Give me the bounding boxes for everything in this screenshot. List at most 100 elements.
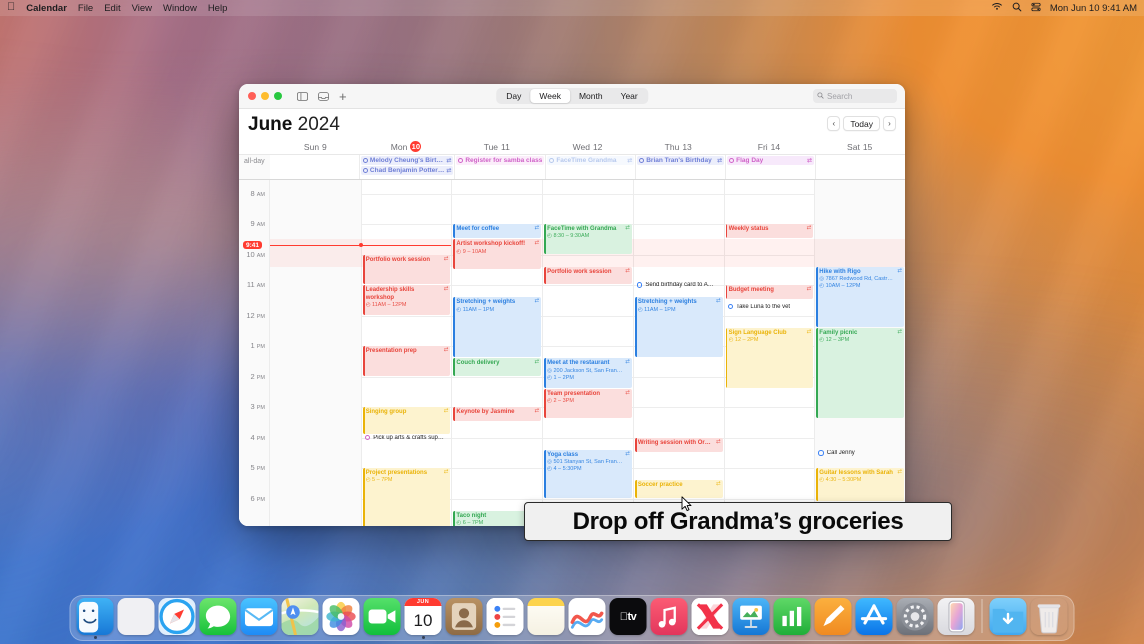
downloads-folder-icon[interactable] <box>989 598 1027 635</box>
calendar-event[interactable]: Soccer practice ⇄ <box>634 480 723 498</box>
reminder-checkbox[interactable] <box>818 450 824 456</box>
music-icon[interactable] <box>650 598 688 635</box>
calendar-event[interactable]: Meet at the restaurant ◎ 200 Jackson St, … <box>544 358 632 388</box>
freeform-icon[interactable] <box>568 598 606 635</box>
app-store-icon[interactable] <box>855 598 893 635</box>
calendar-event[interactable]: Stretching + weights ◴ 11AM – 1PM ⇄ <box>634 297 723 358</box>
view-month-tab[interactable]: Month <box>570 89 612 103</box>
finder-icon[interactable] <box>76 598 114 635</box>
all-day-column-5[interactable]: Flag Day ⇄ <box>725 155 815 179</box>
mail-icon[interactable] <box>240 598 278 635</box>
calendar-inbox-icon[interactable] <box>318 91 329 101</box>
traffic-lights[interactable] <box>248 92 282 100</box>
reminder-item[interactable]: Pick up arts & crafts sup… <box>363 435 451 441</box>
add-event-button[interactable]: + <box>339 90 347 103</box>
calendar-event[interactable]: Yoga class ◎ 501 Stanyan St, San Fran… ◴ 4… <box>544 449 632 498</box>
dock-item-facetime[interactable] <box>363 598 401 635</box>
all-day-event[interactable]: Register for samba class <box>456 156 545 165</box>
reminder-item[interactable]: Send birthday card to A… <box>635 282 723 288</box>
calendar-event[interactable]: Writing session with Or… ⇄ <box>634 437 723 452</box>
search-field[interactable]: Search <box>813 89 897 103</box>
zoom-button[interactable] <box>274 92 282 100</box>
news-icon[interactable] <box>691 598 729 635</box>
day-column-mon[interactable]: Portfolio work session ⇄ Leadership skills… <box>360 180 452 526</box>
close-button[interactable] <box>248 92 256 100</box>
pages-icon[interactable] <box>814 598 852 635</box>
sidebar-toggle-icon[interactable] <box>297 91 308 101</box>
safari-icon[interactable] <box>158 598 196 635</box>
all-day-column-4[interactable]: Brian Tran's Birthday ⇄ <box>635 155 725 179</box>
week-grid[interactable]: 8 AM 9 AM 10 AM 11 AM 12 PM 1 PM 2 PM 3 PM 4 PM 5… <box>239 180 905 526</box>
notes-icon[interactable] <box>527 598 565 635</box>
apple-menu-icon[interactable]:  <box>7 2 15 13</box>
day-header-sun[interactable]: Sun 9 <box>270 139 361 154</box>
calendar-event[interactable]: Artist workshop kickoff! ◴ 9 – 10AM ⇄ <box>453 239 542 269</box>
calendar-event[interactable]: Portfolio work session ⇄ <box>544 266 632 285</box>
day-header-wed[interactable]: Wed 12 <box>542 139 633 154</box>
calendar-event[interactable]: FaceTime with Grandma ◴ 8:30 – 9:30AM ⇄ <box>544 224 632 254</box>
all-day-column-6[interactable] <box>815 155 905 179</box>
dock-item-trash[interactable] <box>1031 598 1068 635</box>
maps-icon[interactable] <box>281 598 319 635</box>
calendar-event[interactable]: Hike with Rigo ◎ 7867 Redwood Rd, Castr… ◴… <box>816 266 904 327</box>
keynote-icon[interactable] <box>732 598 770 635</box>
dock-item-freeform[interactable] <box>568 598 606 635</box>
menubar-clock[interactable]: Mon Jun 10 9:41 AM <box>1050 3 1137 14</box>
dock-item-safari[interactable] <box>158 598 196 635</box>
calendar-event[interactable]: Budget meeting ⇄ <box>725 285 814 300</box>
view-week-tab[interactable]: Week <box>530 89 570 103</box>
menu-edit[interactable]: Edit <box>104 3 120 14</box>
wifi-icon[interactable] <box>991 2 1003 14</box>
view-segmented-control[interactable]: Day Week Month Year <box>496 88 648 104</box>
dock-item-photos[interactable] <box>322 598 360 635</box>
dock-item-notes[interactable] <box>527 598 565 635</box>
messages-icon[interactable] <box>199 598 237 635</box>
system-settings-icon[interactable] <box>896 598 934 635</box>
dock-item-mail[interactable] <box>240 598 278 635</box>
day-column-tue[interactable]: Meet for coffee ⇄ Artist workshop kickoff!… <box>451 180 542 526</box>
dock-item-numbers[interactable] <box>773 598 811 635</box>
dock-item-appletv[interactable]: tv <box>609 598 647 635</box>
numbers-icon[interactable] <box>773 598 811 635</box>
calendar-event[interactable]: Presentation prep ⇄ <box>362 346 451 376</box>
calendar-event[interactable]: Couch delivery ⇄ <box>453 358 542 376</box>
menu-help[interactable]: Help <box>208 3 228 14</box>
dock-item-launchpad[interactable] <box>117 598 155 635</box>
reminders-icon[interactable] <box>486 598 524 635</box>
calendar-event[interactable]: Family picnic ◴ 12 – 3PM ⇄ <box>816 327 904 419</box>
calendar-event[interactable]: Keynote by Jasmine ⇄ <box>453 407 542 422</box>
appletv-icon[interactable]: tv <box>609 598 647 635</box>
day-column-fri[interactable]: Weekly status ⇄ Budget meeting ⇄ Sign Langua… <box>723 180 815 526</box>
dock-item-finder[interactable] <box>76 598 114 639</box>
calendar-event[interactable]: Leadership skills workshop ◴ 11AM – 12PM ⇄ <box>362 285 451 315</box>
calendar-event[interactable]: Team presentation ◴ 2 – 3PM ⇄ <box>544 388 632 419</box>
launchpad-icon[interactable] <box>117 598 155 635</box>
all-day-column-2[interactable]: Register for samba class <box>454 155 545 179</box>
spotlight-search-icon[interactable] <box>1012 2 1022 15</box>
previous-week-button[interactable]: ‹ <box>827 116 841 131</box>
day-header-tue[interactable]: Tue 11 <box>451 139 542 154</box>
menu-view[interactable]: View <box>132 3 152 14</box>
calendar-event[interactable]: Sign Language Club ◴ 12 – 2PM ⇄ <box>725 327 814 388</box>
day-header-sat[interactable]: Sat 15 <box>814 139 905 154</box>
day-header-fri[interactable]: Fri 14 <box>724 139 815 154</box>
dock-item-messages[interactable] <box>199 598 237 635</box>
calendar-event[interactable]: Stretching + weights ◴ 11AM – 1PM ⇄ <box>453 297 542 358</box>
photos-icon[interactable] <box>322 598 360 635</box>
contacts-icon[interactable] <box>445 598 483 635</box>
all-day-column-3[interactable]: FaceTime Grandma ⇄ <box>545 155 635 179</box>
view-year-tab[interactable]: Year <box>612 89 647 103</box>
reminder-checkbox[interactable] <box>636 282 643 288</box>
dock-item-contacts[interactable] <box>445 598 483 635</box>
all-day-event[interactable]: Melody Cheung's Birt… ⇄ <box>360 156 454 165</box>
reminder-item[interactable]: Call Jenny <box>816 450 904 456</box>
dock-item-app-store[interactable] <box>855 598 893 635</box>
all-day-column-0[interactable] <box>270 155 359 179</box>
all-day-event[interactable]: Brian Tran's Birthday ⇄ <box>637 156 725 165</box>
dock-item-music[interactable] <box>650 598 688 635</box>
next-week-button[interactable]: › <box>883 116 896 131</box>
reminder-checkbox[interactable] <box>727 303 734 310</box>
control-center-icon[interactable] <box>1031 2 1041 15</box>
dock-item-news[interactable] <box>691 598 729 635</box>
dock-item-iphone-mirroring[interactable] <box>937 598 975 635</box>
